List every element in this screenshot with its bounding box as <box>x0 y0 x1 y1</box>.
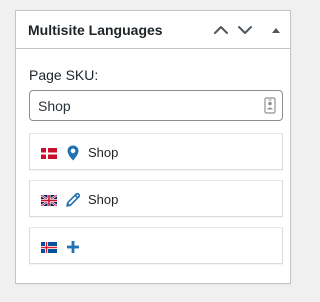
toggle-panel-button[interactable] <box>266 20 286 40</box>
multisite-languages-panel: Multisite Languages Page SKU: Shop Shop … <box>15 10 291 284</box>
caret-up-icon <box>266 20 286 40</box>
autofill-contact-icon[interactable] <box>264 97 276 114</box>
panel-header: Multisite Languages <box>16 11 290 49</box>
pencil-edit-icon <box>64 191 82 209</box>
move-down-button[interactable] <box>235 20 255 40</box>
chevron-up-icon <box>211 20 231 40</box>
move-up-button[interactable] <box>211 20 231 40</box>
uk-flag-icon <box>41 195 57 206</box>
language-row-label: Shop <box>88 192 119 207</box>
plus-icon[interactable] <box>64 238 82 256</box>
page-sku-label: Page SKU: <box>29 67 99 83</box>
panel-title: Multisite Languages <box>28 22 163 38</box>
iceland-flag-icon <box>41 242 57 253</box>
page-sku-input[interactable]: Shop <box>29 90 283 121</box>
location-pin-icon <box>64 144 82 162</box>
language-row-danish[interactable]: Shop <box>29 133 283 170</box>
language-row-english[interactable]: Shop <box>29 180 283 217</box>
denmark-flag-icon <box>41 148 57 159</box>
language-row-icelandic[interactable] <box>29 227 283 264</box>
language-row-label: Shop <box>88 145 119 160</box>
page-sku-value: Shop <box>38 98 71 114</box>
chevron-down-icon <box>235 20 255 40</box>
